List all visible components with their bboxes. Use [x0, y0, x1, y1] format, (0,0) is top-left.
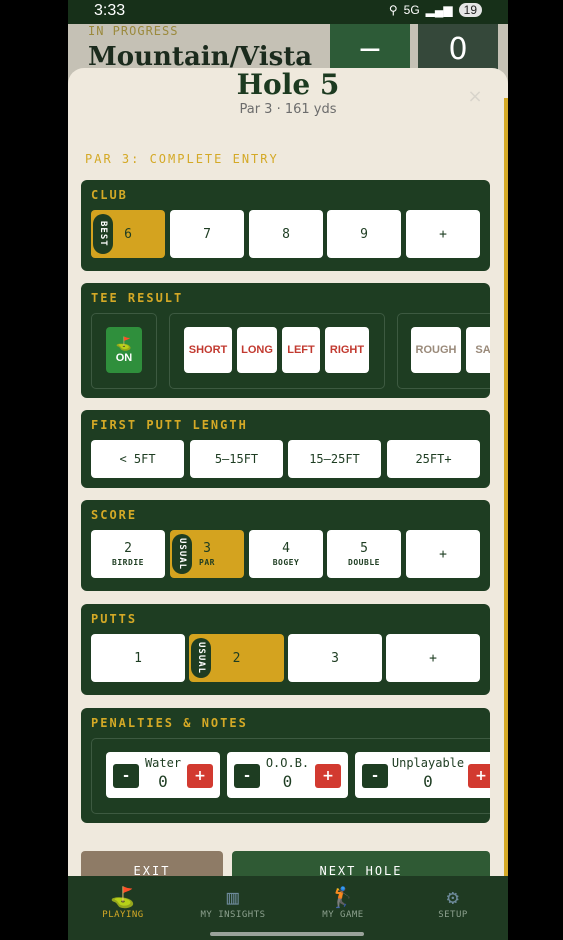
option-value: 5 [360, 541, 368, 556]
club-section: CLUB BEST 6 7 8 9 + [81, 180, 490, 271]
status-bar: 3:33 ⚲ 5G ▂▄▆ 19 [68, 0, 508, 24]
nav-label: MY GAME [322, 910, 364, 920]
tee-short-button[interactable]: SHORT [184, 327, 232, 373]
tee-result-section: TEE RESULT ⛳ ON SHORT LONG LEFT RIGHT RO… [81, 283, 490, 398]
option-value: 2 [232, 650, 241, 666]
option-value: 6 [124, 226, 132, 242]
battery-level: 19 [458, 3, 482, 17]
club-option-9[interactable]: 9 [327, 210, 401, 258]
score-option-bogey[interactable]: 4 BOGEY [249, 530, 323, 578]
status-indicators: ⚲ 5G ▂▄▆ 19 [389, 3, 482, 17]
first-putt-section: FIRST PUTT LENGTH < 5FT 5–15FT 15–25FT 2… [81, 410, 490, 488]
oob-increment-button[interactable]: + [315, 764, 341, 788]
tee-sand-button[interactable]: SAND [466, 327, 490, 373]
flag-icon: ⛳ [115, 336, 133, 351]
option-value: + [429, 650, 437, 666]
putt-length-option[interactable]: 25FT+ [387, 440, 480, 478]
penalties-section: PENALTIES & NOTES - Water 0 + - O.O.B. 0… [81, 708, 490, 823]
nav-setup[interactable]: ⚙ SETUP [398, 884, 508, 920]
nav-my-insights[interactable]: ▥ MY INSIGHTS [178, 884, 288, 920]
score-option-birdie[interactable]: 2 BIRDIE [91, 530, 165, 578]
club-option-more[interactable]: + [406, 210, 480, 258]
option-sub: BIRDIE [112, 558, 144, 567]
section-label: PUTTS [91, 612, 138, 626]
miss-group: SHORT LONG LEFT RIGHT [169, 313, 385, 389]
tee-left-button[interactable]: LEFT [282, 327, 320, 373]
option-sub: DOUBLE [348, 558, 380, 567]
tee-rough-button[interactable]: ROUGH [411, 327, 461, 373]
hole-entry-sheet: Hole 5 Par 3 · 161 yds × PAR 3: COMPLETE… [68, 68, 508, 880]
penalty-oob: - O.O.B. 0 + [227, 752, 348, 798]
putts-option-more[interactable]: + [386, 634, 480, 682]
putt-length-option[interactable]: < 5FT [91, 440, 184, 478]
section-label: CLUB [91, 188, 128, 202]
unplayable-increment-button[interactable]: + [468, 764, 490, 788]
putts-section: PUTTS 1 USUAL 2 3 + [81, 604, 490, 695]
entry-mode-label: PAR 3: COMPLETE ENTRY [85, 152, 279, 166]
nav-label: PLAYING [102, 910, 144, 920]
tee-right-button[interactable]: RIGHT [325, 327, 369, 373]
nav-playing[interactable]: ⛳ PLAYING [68, 884, 178, 920]
option-value: 2 [124, 541, 132, 556]
section-label: FIRST PUTT LENGTH [91, 418, 248, 432]
best-tag: BEST [93, 214, 113, 254]
option-value: 3 [203, 541, 211, 556]
putt-length-option[interactable]: 5–15FT [190, 440, 283, 478]
option-sub: PAR [199, 558, 215, 567]
option-value: + [439, 226, 447, 242]
location-icon: ⚲ [388, 3, 398, 17]
section-label: SCORE [91, 508, 138, 522]
putts-option-2[interactable]: USUAL 2 [189, 634, 284, 682]
section-label: TEE RESULT [91, 291, 184, 305]
on-green-button[interactable]: ⛳ ON [106, 327, 142, 373]
round-status: IN PROGRESS [88, 24, 179, 38]
golfer-icon: 🏌 [330, 885, 356, 909]
option-value: 3 [331, 650, 339, 666]
usual-tag: USUAL [172, 534, 192, 574]
putt-length-option[interactable]: 15–25FT [288, 440, 381, 478]
club-option-7[interactable]: 7 [170, 210, 244, 258]
bottom-nav: ⛳ PLAYING ▥ MY INSIGHTS 🏌 MY GAME ⚙ SETU… [68, 876, 508, 940]
option-value: 1 [134, 650, 142, 666]
lie-group: ROUGH SAND [397, 313, 490, 389]
tee-long-button[interactable]: LONG [237, 327, 277, 373]
option-value: 4 [282, 541, 290, 556]
option-value: + [439, 546, 447, 562]
hole-title: Hole 5 [236, 68, 340, 101]
nav-my-game[interactable]: 🏌 MY GAME [288, 884, 398, 920]
hole-subtitle: Par 3 · 161 yds [239, 102, 337, 117]
on-group: ⛳ ON [91, 313, 157, 389]
score-option-double[interactable]: 5 DOUBLE [327, 530, 401, 578]
score-section: SCORE 2 BIRDIE USUAL 3 PAR 4 BOGEY 5 DOU… [81, 500, 490, 591]
nav-label: SETUP [438, 910, 468, 920]
penalty-unplayable: - Unplayable 0 + [355, 752, 490, 798]
status-time: 3:33 [94, 2, 126, 19]
penalties-group: - Water 0 + - O.O.B. 0 + - Unplayable 0 … [91, 738, 490, 814]
option-value: 8 [282, 226, 290, 242]
putts-option-3[interactable]: 3 [288, 634, 382, 682]
close-icon[interactable]: × [464, 86, 486, 108]
network-label: 5G [403, 3, 420, 17]
phone-screen: 3:33 ⚲ 5G ▂▄▆ 19 IN PROGRESS Mountain/Vi… [68, 0, 508, 940]
club-option-6[interactable]: BEST 6 [91, 210, 165, 258]
club-option-8[interactable]: 8 [249, 210, 323, 258]
signal-icon: ▂▄▆ [425, 3, 453, 17]
score-option-par[interactable]: USUAL 3 PAR [170, 530, 244, 578]
water-increment-button[interactable]: + [187, 764, 213, 788]
option-sub: BOGEY [272, 558, 300, 567]
section-label: PENALTIES & NOTES [91, 716, 248, 730]
option-value: 9 [360, 226, 368, 242]
penalty-water: - Water 0 + [106, 752, 220, 798]
home-indicator[interactable] [210, 932, 364, 936]
chart-icon: ▥ [226, 885, 240, 909]
putts-option-1[interactable]: 1 [91, 634, 185, 682]
scrollbar[interactable] [504, 98, 508, 878]
usual-tag: USUAL [191, 638, 211, 678]
nav-label: MY INSIGHTS [200, 910, 266, 920]
on-label: ON [115, 352, 133, 364]
gear-icon: ⚙ [446, 885, 460, 909]
score-option-more[interactable]: + [406, 530, 480, 578]
flag-icon: ⛳ [110, 885, 136, 909]
option-value: 7 [203, 226, 211, 242]
